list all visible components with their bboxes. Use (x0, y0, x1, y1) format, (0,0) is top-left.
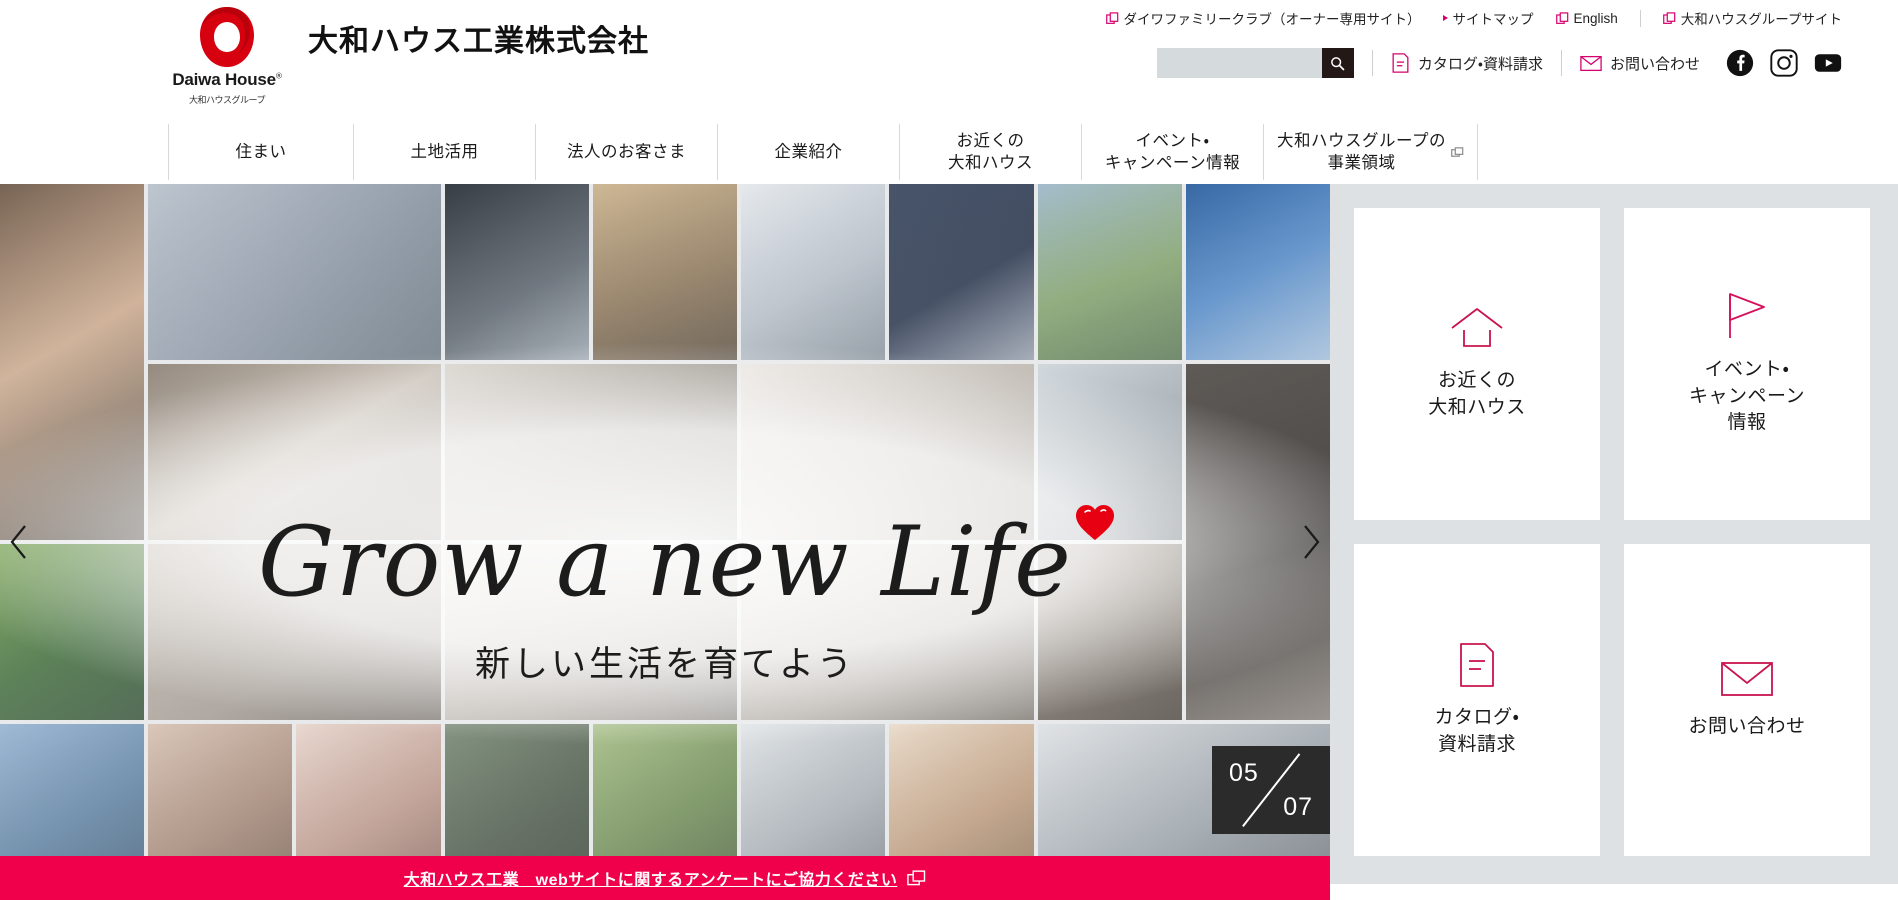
collage-tile (1037, 364, 1182, 540)
nav-item-tochikatsuyo[interactable]: 土地活用 (353, 124, 535, 180)
contact-link[interactable]: お問い合わせ (1580, 53, 1700, 74)
search-icon (1331, 56, 1345, 70)
utility-link-english[interactable]: English (1555, 10, 1618, 26)
house-icon (1451, 308, 1503, 347)
nav-item-group-business[interactable]: 大和ハウスグループの 事業領域 (1263, 124, 1478, 180)
search-button[interactable] (1321, 48, 1354, 78)
search-box[interactable] (1156, 48, 1354, 78)
card-label: お問い合わせ (1688, 715, 1806, 737)
instagram-icon[interactable] (1770, 49, 1798, 77)
collage-tile (148, 184, 441, 360)
utility-link-label: English (1573, 10, 1618, 26)
action-divider (1560, 50, 1562, 76)
slide-current: 05 (1229, 759, 1259, 787)
catalog-request-label: カタログ・資料請求 (1417, 55, 1543, 73)
nav-item-hojin[interactable]: 法人のお客さま (535, 124, 717, 180)
collage-tile (741, 544, 1034, 720)
quick-link-cards: お近くの 大和ハウス イベント・ キャンペーン 情報 カタログ・ 資料請求 お問… (1354, 208, 1870, 856)
header-actions: カタログ・資料請求 お問い合わせ (1156, 48, 1842, 78)
utility-nav: ダイワファミリークラブ（オーナー専用サイト） サイトマップ English 大和… (1105, 8, 1842, 28)
collage-tile (741, 364, 1034, 540)
external-link-icon (1105, 11, 1118, 24)
logo-group-label: 大和ハウスグループ (189, 95, 265, 105)
utility-divider (1639, 9, 1641, 27)
utility-link-label: 大和ハウスグループサイト (1680, 12, 1842, 27)
carousel-next-button[interactable] (1294, 510, 1328, 574)
card-label: イベント・ キャンペーン 情報 (1688, 358, 1806, 434)
daiwa-house-logo-icon (200, 7, 254, 67)
document-icon (1392, 53, 1409, 73)
card-label: お近くの 大和ハウス (1428, 370, 1526, 418)
action-divider (1371, 50, 1373, 76)
card-nearby-daiwa-house[interactable]: お近くの 大和ハウス (1354, 208, 1600, 520)
slide-total: 07 (1283, 793, 1313, 821)
caret-right-icon (1442, 15, 1448, 21)
nav-item-event-campaign[interactable]: イベント・ キャンペーン情報 (1081, 124, 1263, 180)
youtube-icon[interactable] (1814, 49, 1842, 77)
collage-tile (741, 184, 886, 360)
utility-link-label: サイトマップ (1452, 12, 1534, 27)
chevron-right-icon (1304, 525, 1320, 559)
chevron-left-icon (10, 525, 26, 559)
facebook-icon[interactable] (1726, 49, 1754, 77)
social-links (1726, 49, 1842, 77)
hero-carousel[interactable]: Grow a new Life 新しい生活を育てよう 05 07 大和ハウス工業… (0, 184, 1330, 900)
mail-icon (1721, 661, 1773, 696)
card-label: カタログ・ 資料請求 (1434, 707, 1520, 755)
external-link-icon (1451, 146, 1464, 157)
collage-tile (889, 184, 1034, 360)
main-area: Grow a new Life 新しい生活を育てよう 05 07 大和ハウス工業… (0, 184, 1898, 900)
hero-photo-collage (0, 184, 1330, 900)
carousel-prev-button[interactable] (2, 510, 36, 574)
flag-icon (1729, 292, 1765, 338)
survey-banner-text: 大和ハウス工業 webサイトに関するアンケートにご協力ください (403, 872, 898, 889)
utility-link-group-site[interactable]: 大和ハウスグループサイト (1662, 8, 1842, 28)
global-nav: 住まい 土地活用 法人のお客さま 企業紹介 お近くの 大和ハウス イベント・ キ… (168, 124, 1478, 180)
external-link-icon (1555, 11, 1568, 24)
collage-tile (148, 544, 441, 720)
card-catalog-request[interactable]: カタログ・ 資料請求 (1354, 544, 1600, 856)
site-logo[interactable]: Daiwa House® 大和ハウスグループ (168, 6, 286, 106)
nav-item-kigyo-shokai[interactable]: 企業紹介 (717, 124, 899, 180)
collage-tile (1037, 544, 1182, 720)
collage-tile (0, 184, 145, 540)
logo-wordmark: Daiwa House® (172, 70, 282, 89)
survey-banner[interactable]: 大和ハウス工業 webサイトに関するアンケートにご協力ください (0, 856, 1330, 900)
company-name: 大和ハウス工業株式会社 (308, 25, 649, 58)
contact-label: お問い合わせ (1609, 55, 1700, 73)
utility-link-label: ダイワファミリークラブ（オーナー専用サイト） (1123, 12, 1421, 27)
site-header: Daiwa House® 大和ハウスグループ 大和ハウス工業株式会社 ダイワファ… (0, 0, 1898, 184)
catalog-request-link[interactable]: カタログ・資料請求 (1391, 52, 1543, 74)
external-link-icon (1662, 11, 1676, 24)
collage-tile (444, 184, 589, 360)
collage-tile (592, 184, 738, 360)
mail-icon (1580, 55, 1602, 71)
collage-tile (1185, 184, 1330, 360)
collage-tile (148, 364, 441, 540)
carousel-slide-counter: 05 07 (1212, 746, 1330, 834)
card-contact[interactable]: お問い合わせ (1624, 544, 1870, 856)
document-icon (1460, 643, 1494, 687)
nav-item-okikuno[interactable]: お近くの 大和ハウス (899, 124, 1081, 180)
search-input[interactable] (1156, 48, 1322, 78)
utility-link-sitemap[interactable]: サイトマップ (1442, 8, 1534, 28)
collage-tile (1037, 184, 1182, 360)
nav-item-sumai[interactable]: 住まい (168, 124, 353, 180)
nav-item-label: 大和ハウスグループの 事業領域 (1276, 131, 1446, 172)
collage-tile (444, 544, 738, 720)
new-window-icon (907, 870, 926, 886)
collage-tile (444, 364, 738, 540)
utility-link-family-club[interactable]: ダイワファミリークラブ（オーナー専用サイト） (1105, 8, 1421, 28)
card-event-campaign[interactable]: イベント・ キャンペーン 情報 (1624, 208, 1870, 520)
